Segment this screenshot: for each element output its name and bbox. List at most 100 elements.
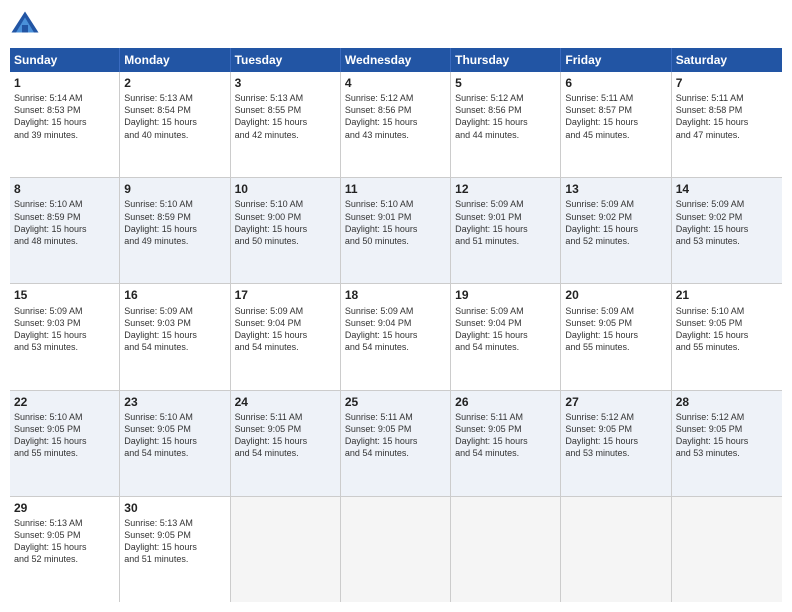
day-cell-8: 8Sunrise: 5:10 AMSunset: 8:59 PMDaylight…: [10, 178, 120, 283]
day-cell-29: 29Sunrise: 5:13 AMSunset: 9:05 PMDayligh…: [10, 497, 120, 602]
day-number: 7: [676, 75, 778, 91]
day-info: Sunrise: 5:11 AMSunset: 9:05 PMDaylight:…: [345, 411, 446, 460]
day-number: 11: [345, 181, 446, 197]
day-info: Sunrise: 5:10 AMSunset: 8:59 PMDaylight:…: [14, 198, 115, 247]
day-info: Sunrise: 5:10 AMSunset: 9:05 PMDaylight:…: [676, 305, 778, 354]
calendar-row: 29Sunrise: 5:13 AMSunset: 9:05 PMDayligh…: [10, 497, 782, 602]
day-info: Sunrise: 5:12 AMSunset: 8:56 PMDaylight:…: [455, 92, 556, 141]
day-cell-30: 30Sunrise: 5:13 AMSunset: 9:05 PMDayligh…: [120, 497, 230, 602]
day-number: 8: [14, 181, 115, 197]
day-info: Sunrise: 5:09 AMSunset: 9:04 PMDaylight:…: [455, 305, 556, 354]
day-cell-20: 20 Sunrise: 5:09 AMSunset: 9:05 PMDayligh…: [561, 284, 671, 389]
day-number: 2: [124, 75, 225, 91]
day-number: 30: [124, 500, 225, 516]
day-number: 4: [345, 75, 446, 91]
day-number: 17: [235, 287, 336, 303]
day-cell-25: 25Sunrise: 5:11 AMSunset: 9:05 PMDayligh…: [341, 391, 451, 496]
day-cell-1: 1Sunrise: 5:14 AMSunset: 8:53 PMDaylight…: [10, 72, 120, 177]
calendar-header: SundayMondayTuesdayWednesdayThursdayFrid…: [10, 48, 782, 72]
day-cell-7: 7Sunrise: 5:11 AMSunset: 8:58 PMDaylight…: [672, 72, 782, 177]
day-number: 1: [14, 75, 115, 91]
calendar-row: 22Sunrise: 5:10 AMSunset: 9:05 PMDayligh…: [10, 391, 782, 497]
day-info: Sunrise: 5:11 AMSunset: 9:05 PMDaylight:…: [235, 411, 336, 460]
day-info: Sunrise: 5:11 AMSunset: 8:58 PMDaylight:…: [676, 92, 778, 141]
day-info: Sunrise: 5:09 AMSunset: 9:01 PMDaylight:…: [455, 198, 556, 247]
day-info: Sunrise: 5:09 AMSunset: 9:03 PMDaylight:…: [14, 305, 115, 354]
day-number: 26: [455, 394, 556, 410]
day-cell-4: 4Sunrise: 5:12 AMSunset: 8:56 PMDaylight…: [341, 72, 451, 177]
header-day-saturday: Saturday: [672, 48, 782, 72]
day-number: 3: [235, 75, 336, 91]
day-info: Sunrise: 5:09 AMSunset: 9:03 PMDaylight:…: [124, 305, 225, 354]
day-number: 15: [14, 287, 115, 303]
day-cell-21: 21 Sunrise: 5:10 AMSunset: 9:05 PMDayligh…: [672, 284, 782, 389]
day-cell-18: 18Sunrise: 5:09 AMSunset: 9:04 PMDayligh…: [341, 284, 451, 389]
day-cell-22: 22Sunrise: 5:10 AMSunset: 9:05 PMDayligh…: [10, 391, 120, 496]
empty-cell: [672, 497, 782, 602]
day-number: 29: [14, 500, 115, 516]
day-cell-3: 3Sunrise: 5:13 AMSunset: 8:55 PMDaylight…: [231, 72, 341, 177]
day-info: Sunrise: 5:10 AMSunset: 9:01 PMDaylight:…: [345, 198, 446, 247]
day-number: 16: [124, 287, 225, 303]
page: SundayMondayTuesdayWednesdayThursdayFrid…: [0, 0, 792, 612]
empty-cell: [341, 497, 451, 602]
day-number: 10: [235, 181, 336, 197]
header-day-tuesday: Tuesday: [231, 48, 341, 72]
day-info: Sunrise: 5:10 AMSunset: 8:59 PMDaylight:…: [124, 198, 225, 247]
day-info: Sunrise: 5:09 AMSunset: 9:05 PMDaylight:…: [565, 305, 666, 354]
header: [10, 10, 782, 40]
day-number: 21: [676, 287, 778, 303]
day-info: Sunrise: 5:09 AMSunset: 9:04 PMDaylight:…: [235, 305, 336, 354]
day-number: 24: [235, 394, 336, 410]
day-number: 27: [565, 394, 666, 410]
day-cell-11: 11Sunrise: 5:10 AMSunset: 9:01 PMDayligh…: [341, 178, 451, 283]
day-info: Sunrise: 5:10 AMSunset: 9:05 PMDaylight:…: [124, 411, 225, 460]
day-number: 20: [565, 287, 666, 303]
calendar-row: 15 Sunrise: 5:09 AMSunset: 9:03 PMDayligh…: [10, 284, 782, 390]
day-info: Sunrise: 5:11 AMSunset: 9:05 PMDaylight:…: [455, 411, 556, 460]
day-cell-9: 9Sunrise: 5:10 AMSunset: 8:59 PMDaylight…: [120, 178, 230, 283]
calendar-body: 1Sunrise: 5:14 AMSunset: 8:53 PMDaylight…: [10, 72, 782, 602]
day-number: 23: [124, 394, 225, 410]
day-cell-28: 28Sunrise: 5:12 AMSunset: 9:05 PMDayligh…: [672, 391, 782, 496]
day-cell-23: 23Sunrise: 5:10 AMSunset: 9:05 PMDayligh…: [120, 391, 230, 496]
day-cell-27: 27Sunrise: 5:12 AMSunset: 9:05 PMDayligh…: [561, 391, 671, 496]
calendar: SundayMondayTuesdayWednesdayThursdayFrid…: [10, 48, 782, 602]
day-info: Sunrise: 5:13 AMSunset: 9:05 PMDaylight:…: [14, 517, 115, 566]
day-info: Sunrise: 5:10 AMSunset: 9:00 PMDaylight:…: [235, 198, 336, 247]
header-day-monday: Monday: [120, 48, 230, 72]
day-number: 14: [676, 181, 778, 197]
header-day-sunday: Sunday: [10, 48, 120, 72]
day-cell-14: 14Sunrise: 5:09 AMSunset: 9:02 PMDayligh…: [672, 178, 782, 283]
day-info: Sunrise: 5:12 AMSunset: 9:05 PMDaylight:…: [676, 411, 778, 460]
day-info: Sunrise: 5:10 AMSunset: 9:05 PMDaylight:…: [14, 411, 115, 460]
day-info: Sunrise: 5:13 AMSunset: 9:05 PMDaylight:…: [124, 517, 225, 566]
day-info: Sunrise: 5:09 AMSunset: 9:02 PMDaylight:…: [565, 198, 666, 247]
day-cell-10: 10Sunrise: 5:10 AMSunset: 9:00 PMDayligh…: [231, 178, 341, 283]
day-number: 13: [565, 181, 666, 197]
day-number: 22: [14, 394, 115, 410]
calendar-row: 1Sunrise: 5:14 AMSunset: 8:53 PMDaylight…: [10, 72, 782, 178]
header-day-thursday: Thursday: [451, 48, 561, 72]
day-info: Sunrise: 5:12 AMSunset: 9:05 PMDaylight:…: [565, 411, 666, 460]
logo-icon: [10, 10, 40, 40]
day-number: 6: [565, 75, 666, 91]
day-number: 18: [345, 287, 446, 303]
day-cell-24: 24Sunrise: 5:11 AMSunset: 9:05 PMDayligh…: [231, 391, 341, 496]
day-cell-16: 16 Sunrise: 5:09 AMSunset: 9:03 PMDayligh…: [120, 284, 230, 389]
day-cell-26: 26Sunrise: 5:11 AMSunset: 9:05 PMDayligh…: [451, 391, 561, 496]
header-day-friday: Friday: [561, 48, 671, 72]
day-info: Sunrise: 5:13 AMSunset: 8:55 PMDaylight:…: [235, 92, 336, 141]
header-day-wednesday: Wednesday: [341, 48, 451, 72]
empty-cell: [561, 497, 671, 602]
day-info: Sunrise: 5:11 AMSunset: 8:57 PMDaylight:…: [565, 92, 666, 141]
day-number: 25: [345, 394, 446, 410]
day-cell-2: 2Sunrise: 5:13 AMSunset: 8:54 PMDaylight…: [120, 72, 230, 177]
day-cell-19: 19Sunrise: 5:09 AMSunset: 9:04 PMDayligh…: [451, 284, 561, 389]
day-cell-15: 15 Sunrise: 5:09 AMSunset: 9:03 PMDayligh…: [10, 284, 120, 389]
day-number: 5: [455, 75, 556, 91]
day-number: 9: [124, 181, 225, 197]
day-number: 12: [455, 181, 556, 197]
day-info: Sunrise: 5:09 AMSunset: 9:02 PMDaylight:…: [676, 198, 778, 247]
day-cell-17: 17 Sunrise: 5:09 AMSunset: 9:04 PMDayligh…: [231, 284, 341, 389]
